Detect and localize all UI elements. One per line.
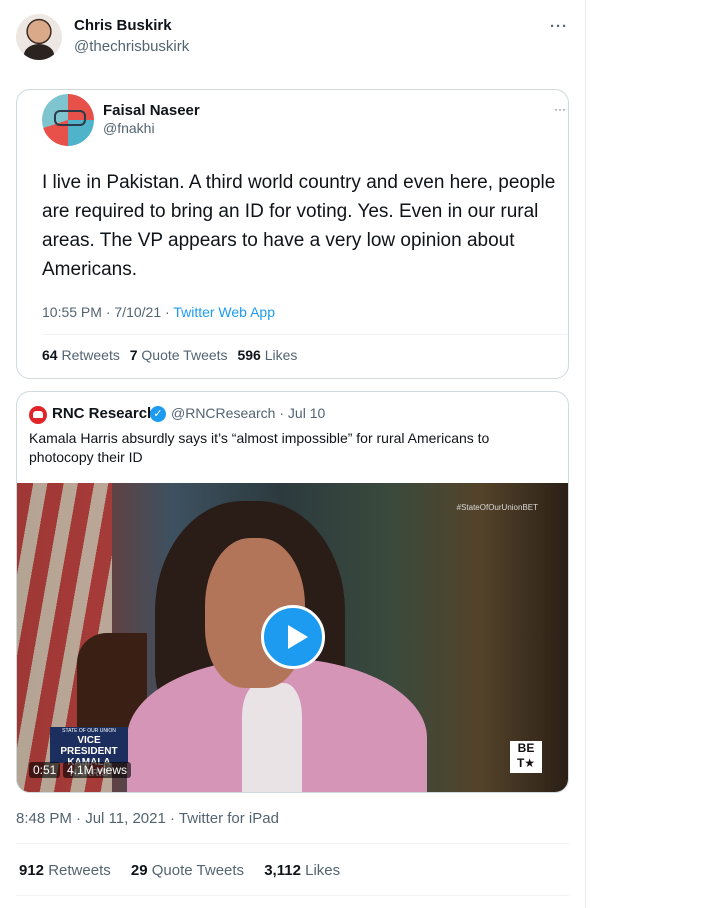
quoted-author-name[interactable]: Faisal Naseer	[103, 102, 200, 119]
video-player[interactable]: #StateOfOurUnionBET STATE OF OUR UNION V…	[17, 483, 568, 792]
stats-top-divider	[16, 843, 569, 844]
quoted-date[interactable]: 7/10/21	[114, 304, 161, 320]
quoted-tweet-card[interactable]: Faisal Naseer @fnakhi ··· I live in Paki…	[16, 89, 569, 379]
retweets-link[interactable]: 912 Retweets	[19, 862, 111, 879]
more-icon[interactable]: ···	[550, 18, 568, 35]
tweet-time[interactable]: 8:48 PM	[16, 810, 72, 827]
embedded-tweet-card[interactable]: RNC Research ✓ @RNCResearch · Jul 10 Kam…	[16, 391, 569, 793]
tweet-source[interactable]: Twitter for iPad	[179, 810, 279, 827]
tweet-stats: 912 Retweets 29 Quote Tweets 3,112 Likes	[19, 862, 340, 879]
quoted-stats: 64 Retweets 7 Quote Tweets 596 Likes	[42, 347, 297, 363]
stats-bottom-divider	[16, 895, 569, 896]
embedded-tweet-text: Kamala Harris absurdly says it’s “almost…	[29, 430, 490, 465]
verified-badge-icon: ✓	[150, 406, 166, 422]
quoted-source-link[interactable]: Twitter Web App	[173, 304, 275, 320]
video-views: 4.1M views	[63, 762, 132, 778]
quoted-retweets-link[interactable]: 64 Retweets	[42, 347, 120, 363]
quoted-time[interactable]: 10:55 PM	[42, 304, 102, 320]
embedded-author-name[interactable]: RNC Research	[52, 405, 156, 422]
tweet-date[interactable]: Jul 11, 2021	[85, 810, 166, 827]
author-name[interactable]: Chris Buskirk	[74, 17, 172, 34]
network-logo: BE T★	[510, 741, 542, 773]
avatar[interactable]	[16, 14, 62, 60]
embedded-date[interactable]: Jul 10	[288, 405, 325, 421]
author-handle[interactable]: @thechrisbuskirk	[74, 38, 189, 55]
quoted-author-handle[interactable]: @fnakhi	[103, 120, 155, 136]
quoted-quotes-link[interactable]: 7 Quote Tweets	[130, 347, 228, 363]
video-duration: 0:51	[29, 762, 61, 778]
rnc-avatar[interactable]	[29, 406, 47, 424]
column-divider	[585, 0, 586, 908]
tweet-meta: 8:48 PM · Jul 11, 2021 · Twitter for iPa…	[16, 810, 279, 827]
quoted-tweet-text: I live in Pakistan. A third world countr…	[42, 172, 556, 280]
play-icon[interactable]	[261, 605, 325, 669]
quoted-avatar[interactable]	[42, 94, 94, 146]
quoted-divider	[42, 334, 568, 335]
lower-third-caption: STATE OF OUR UNION VICE PRESIDENT KAMALA…	[50, 727, 128, 779]
tweet-header: Chris Buskirk @thechrisbuskirk ···	[16, 14, 572, 62]
likes-link[interactable]: 3,112 Likes	[264, 862, 340, 879]
quoted-likes-link[interactable]: 596 Likes	[237, 347, 297, 363]
quote-tweets-link[interactable]: 29 Quote Tweets	[131, 862, 244, 879]
video-hashtag: #StateOfOurUnionBET	[456, 503, 538, 512]
embedded-author-handle: @RNCResearch · Jul 10	[171, 405, 326, 421]
quoted-more-icon[interactable]: ···	[554, 102, 566, 116]
person-shirt	[242, 683, 302, 792]
quoted-tweet-meta: 10:55 PM · 7/10/21 · Twitter Web App	[42, 304, 275, 320]
